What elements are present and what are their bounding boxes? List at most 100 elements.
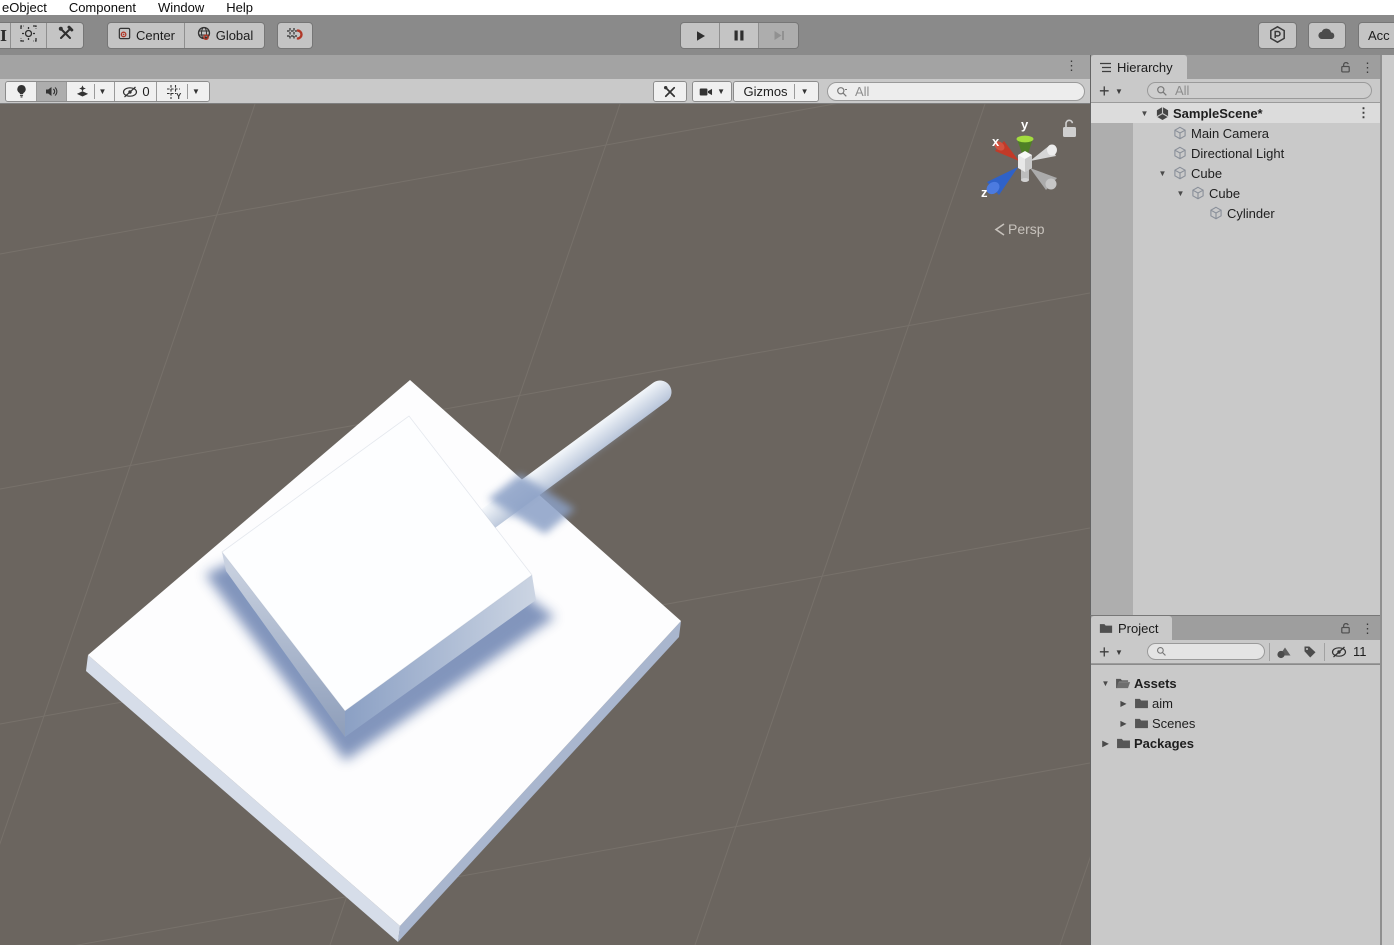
axis-y-label[interactable]: y [1021,117,1029,132]
expander-open-icon[interactable]: ▼ [1156,169,1169,178]
create-dropdown-icon[interactable]: ▼ [1115,648,1123,657]
globe-icon [196,25,212,46]
search-by-label-button[interactable] [1299,642,1321,662]
scene-draw-options-bar: ▼ 0 Y ▼ [5,81,210,102]
grid-snap-button[interactable] [277,22,313,49]
project-item-packages[interactable]: ▶ Packages [1091,733,1380,753]
project-toolbar: + ▼ [1091,640,1380,664]
gizmos-label: Gizmos [744,84,788,99]
project-item-aim[interactable]: ▶aim [1091,693,1380,713]
rect-tool-icon: I [0,27,7,45]
account-button[interactable]: Acc [1358,22,1394,49]
hierarchy-item-cylinder[interactable]: Cylinder [1091,203,1380,223]
create-add-icon[interactable]: + [1099,641,1110,663]
grid-dropdown-icon[interactable]: ▼ [192,87,200,96]
expander-open-icon[interactable]: ▼ [1138,109,1151,118]
tools-icon [57,25,74,47]
cube-icon [1172,165,1188,181]
scene-camera-button[interactable]: ▼ [693,82,731,101]
scene-effects-button[interactable]: ▼ [67,82,115,101]
speaker-icon [44,85,59,98]
project-menu-icon[interactable]: ⋮ [1361,622,1374,635]
project-item-assets[interactable]: ▼Assets [1091,673,1380,693]
menu-item-component[interactable]: Component [58,1,147,14]
expander-open-icon[interactable]: ▼ [1099,679,1112,688]
project-search-field[interactable] [1147,643,1265,660]
hierarchy-search-input[interactable] [1173,82,1363,99]
axis-z-label[interactable]: z [981,185,988,200]
expander-closed-icon[interactable]: ▶ [1117,699,1130,708]
effects-dropdown-icon[interactable]: ▼ [99,87,107,96]
cloud-button[interactable] [1308,22,1346,49]
search-icon [836,86,848,98]
scene-tool-settings-button[interactable] [654,82,686,101]
menu-item-help[interactable]: Help [215,1,264,14]
lock-icon[interactable] [1339,621,1352,635]
project-tab-bar: Project ⋮ [1091,616,1380,640]
lock-icon[interactable] [1339,60,1352,74]
tab-project[interactable]: Project [1091,616,1172,640]
available-tools-button[interactable] [47,23,83,48]
row-label: Packages [1134,736,1194,751]
scene-visibility-button[interactable]: 0 [115,82,157,101]
row-menu-icon[interactable]: ⋮ [1357,105,1380,121]
hierarchy-menu-icon[interactable]: ⋮ [1361,61,1374,74]
create-dropdown-icon[interactable]: ▼ [1115,87,1123,96]
create-add-icon[interactable]: + [1099,80,1110,102]
pause-button[interactable] [720,23,759,48]
scene-lighting-button[interactable] [6,82,37,101]
account-label: Acc [1368,28,1390,43]
transform-tool-button[interactable] [11,23,47,48]
hierarchy-tab-label: Hierarchy [1117,60,1173,75]
project-item-scenes[interactable]: ▶ Scenes [1091,713,1380,733]
pivot-center-button[interactable]: Center [108,23,185,48]
scene-search-input[interactable] [853,83,1076,100]
search-icon [1156,646,1167,657]
main-toolbar: I [0,15,1394,55]
hidden-packages-button[interactable] [1329,642,1349,662]
expander-closed-icon[interactable]: ▶ [1117,719,1130,728]
hidden-packages-count: 11 [1353,644,1367,659]
cube-icon [1172,125,1188,141]
hierarchy-item-cube[interactable]: ▼Cube [1091,183,1380,203]
hierarchy-item-main-camera[interactable]: Main Camera [1091,123,1380,143]
search-by-type-button[interactable] [1273,642,1295,662]
divider [794,84,795,99]
axis-x-label[interactable]: x [992,134,1000,149]
row-label: SampleScene* [1173,106,1263,121]
expander-open-icon[interactable]: ▼ [1174,189,1187,198]
hierarchy-item-cube[interactable]: ▼ Cube [1091,163,1380,183]
play-button[interactable] [681,23,720,48]
scene-view-menu-icon[interactable]: ⋮ [1065,59,1078,72]
hidden-eye-icon [1330,645,1348,659]
folder-icon [1099,622,1113,634]
cloud-icon [1317,27,1337,44]
row-label: Scenes [1152,716,1195,731]
play-icon [693,29,707,43]
hierarchy-search-field[interactable] [1147,82,1372,99]
menu-item-window[interactable]: Window [147,1,215,14]
camera-dropdown-icon[interactable]: ▼ [717,87,725,96]
gizmos-dropdown-icon[interactable]: ▼ [801,87,809,96]
tab-hierarchy[interactable]: Hierarchy [1091,55,1187,79]
rect-tool-button[interactable]: I [0,23,11,48]
scene-tools-bar [653,81,687,102]
project-search-input[interactable] [1172,643,1256,660]
search-icon [1156,85,1168,97]
expander-closed-icon[interactable]: ▶ [1099,739,1112,748]
hierarchy-toolbar: + ▼ [1091,79,1380,103]
scene-grid-button[interactable]: Y ▼ [157,82,209,101]
menu-item-eobject[interactable]: eObject [0,1,58,14]
step-button[interactable] [759,23,798,48]
scene-viewport-canvas[interactable]: y x z Persp [0,104,1090,945]
scene-view-toolbar: ▼ 0 Y ▼ [0,79,1090,104]
row-label: Cube [1191,166,1222,181]
scene-audio-button[interactable] [37,82,67,101]
space-global-button[interactable]: Global [185,23,264,48]
scene-search-field[interactable] [827,82,1085,101]
gizmos-button[interactable]: Gizmos ▼ [734,82,818,101]
hierarchy-item-samplescene-[interactable]: ▼ SampleScene* ⋮ [1091,103,1380,123]
hierarchy-item-directional-light[interactable]: Directional Light [1091,143,1380,163]
package-manager-button[interactable] [1258,22,1297,49]
hierarchy-tab-bar: Hierarchy ⋮ [1091,55,1380,79]
